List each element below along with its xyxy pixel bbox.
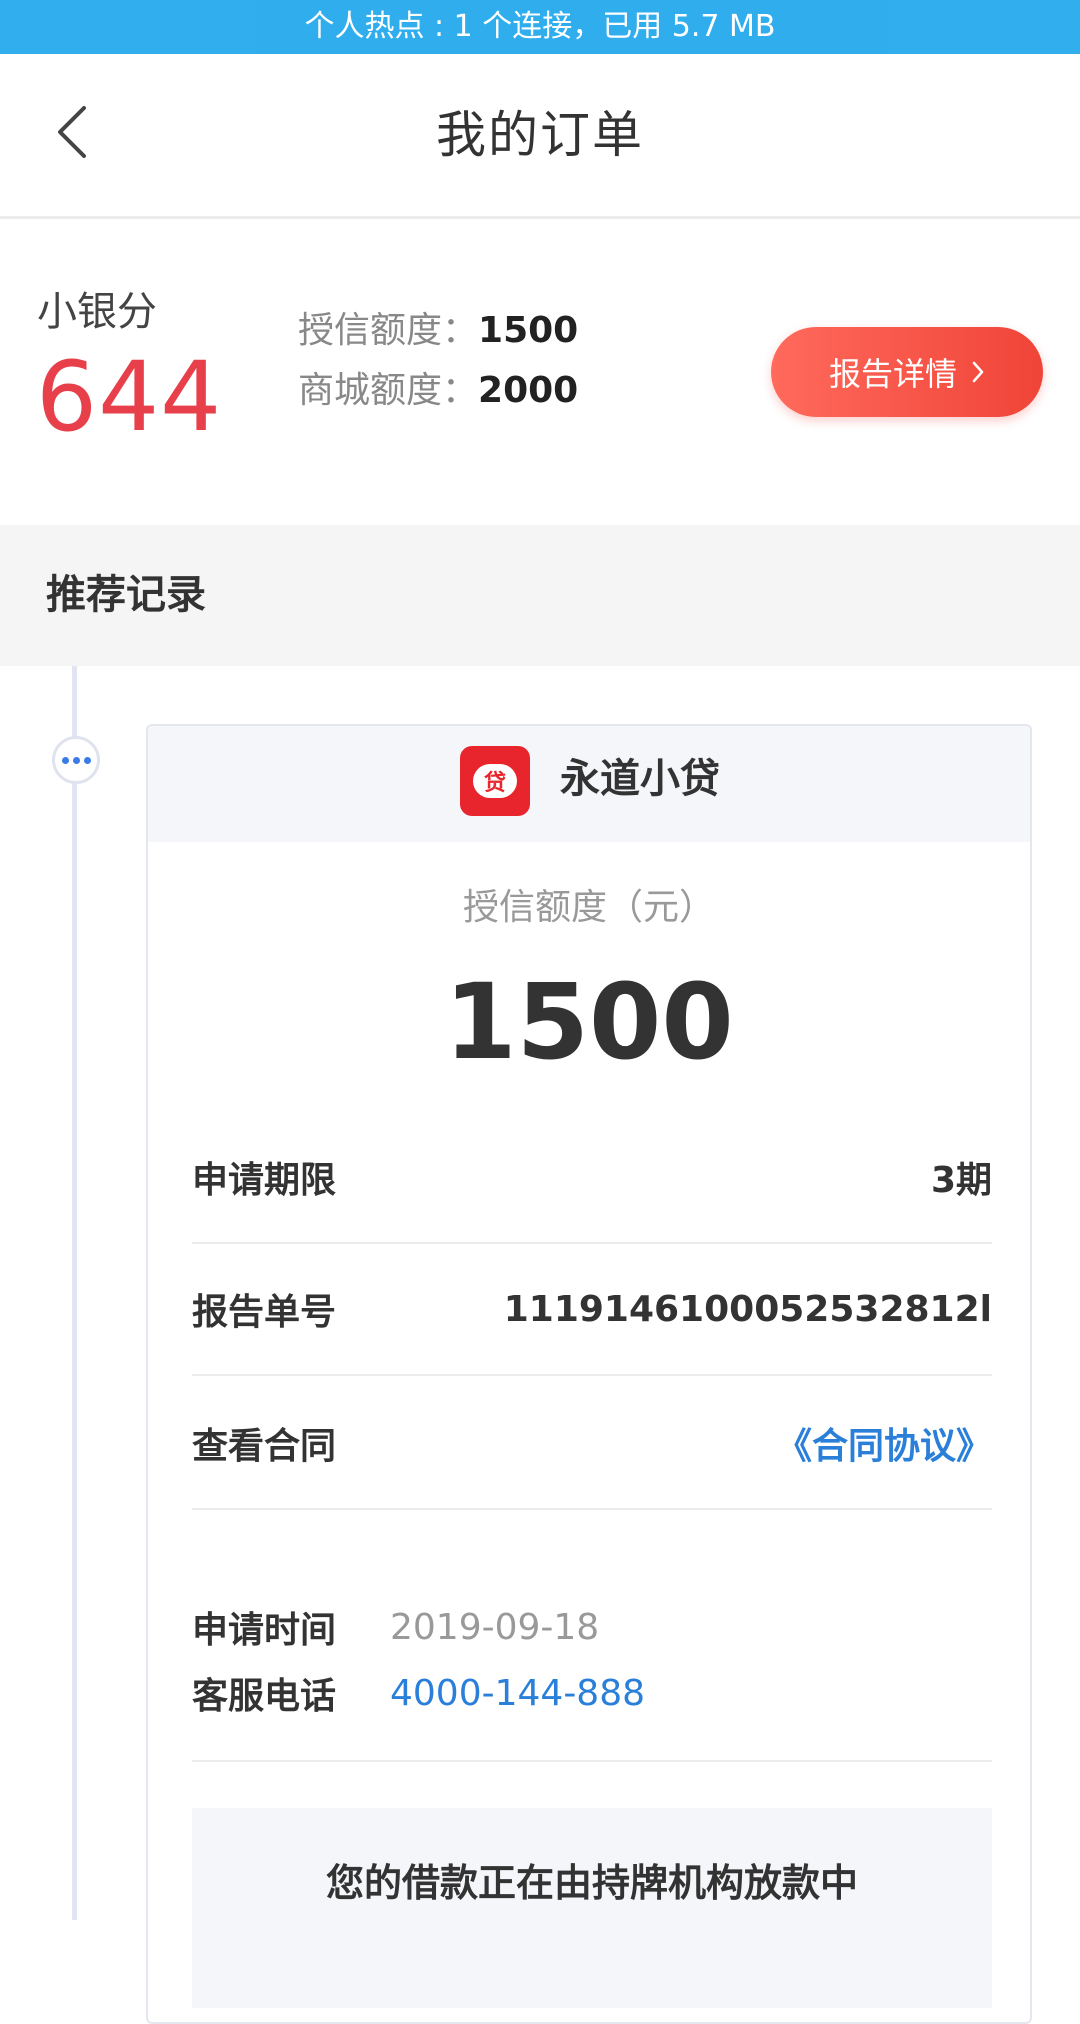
credit-limit-line: 授信额度：1500 [298,301,578,361]
score-label: 小银分 [37,289,157,335]
service-phone-link[interactable]: 4000-144-888 [390,1673,645,1714]
lender-name: 永道小贷 [560,756,720,802]
apply-term-value: 3期 [930,1160,992,1201]
mall-limit-label: 商城额度： [298,370,479,411]
card-header: 贷 永道小贷 [148,726,1030,842]
info-block: 申请时间 2019-09-18 客服电话 4000-144-888 [192,1586,992,1762]
apply-term-label: 申请期限 [192,1160,337,1201]
service-phone-label: 客服电话 [192,1676,337,1717]
section-header: 推荐记录 [0,525,1080,666]
timeline-line [72,666,77,1920]
report-details-button[interactable]: 报告详情 [771,327,1043,417]
mall-limit-line: 商城额度：2000 [298,361,578,421]
report-number-value: 1119146100052532812l [503,1288,992,1330]
status-bar: 个人热点 : 1 个连接，已用 5.7 MB [0,0,1080,54]
notice-box: 您的借款正在由持牌机构放款中 [192,1808,992,2008]
score-section: 小银分 644 授信额度：1500 商城额度：2000 报告详情 [0,219,1080,525]
lender-logo-text: 贷 [483,771,506,796]
credit-limit-label: 授信额度： [298,310,479,351]
amount-label: 授信额度（元） [462,887,715,928]
mall-limit-value: 2000 [478,370,579,411]
contract-link[interactable]: 《合同协议》 [776,1417,992,1469]
score-value: 644 [36,341,223,453]
timeline-dot-icon [52,736,100,784]
status-bar-text: 个人热点 : 1 个连接，已用 5.7 MB [304,9,776,44]
credit-summary: 授信额度：1500 商城额度：2000 [298,301,578,421]
apply-time-value: 2019-09-18 [390,1606,600,1648]
credit-limit-value: 1500 [478,310,579,351]
report-number-label: 报告单号 [192,1292,337,1333]
service-phone-line: 客服电话 4000-144-888 [192,1668,645,1718]
row-view-contract: 查看合同 《合同协议》 [192,1378,992,1510]
loan-status-notice: 您的借款正在由持牌机构放款中 [325,1861,858,1905]
report-details-label: 报告详情 [828,355,957,393]
view-contract-label: 查看合同 [192,1426,337,1467]
section-title: 推荐记录 [46,572,206,618]
chevron-right-icon [972,361,984,383]
order-card: 贷 永道小贷 授信额度（元） 1500 申请期限 3期 报告单号 1119146… [146,724,1032,2024]
amount-value: 1500 [444,961,734,1083]
lender-logo-icon: 贷 [460,746,530,816]
apply-time-label: 申请时间 [192,1610,337,1651]
row-apply-term: 申请期限 3期 [192,1112,992,1244]
page-title: 我的订单 [436,106,644,164]
row-report-number: 报告单号 1119146100052532812l [192,1244,992,1376]
nav-bar: 我的订单 [0,54,1080,219]
apply-time-line: 申请时间 2019-09-18 [192,1602,599,1652]
